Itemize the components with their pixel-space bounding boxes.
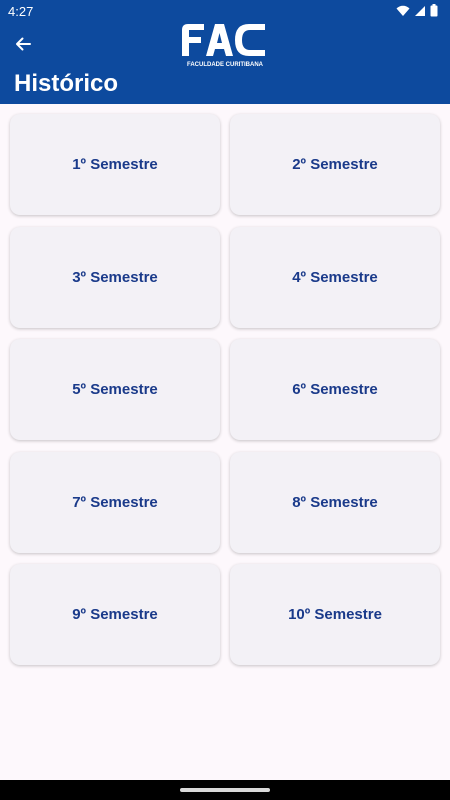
- semester-card-9[interactable]: 9º Semestre: [10, 564, 220, 665]
- semester-card-label: 4º Semestre: [292, 269, 378, 286]
- semester-card-7[interactable]: 7º Semestre: [10, 452, 220, 553]
- semester-card-4[interactable]: 4º Semestre: [230, 227, 440, 328]
- semester-card-5[interactable]: 5º Semestre: [10, 339, 220, 440]
- semester-card-label: 2º Semestre: [292, 156, 378, 173]
- semester-card-label: 10º Semestre: [288, 606, 382, 623]
- semester-card-10[interactable]: 10º Semestre: [230, 564, 440, 665]
- fac-logo: FACULDADE CURITIBANA: [180, 20, 270, 68]
- semester-card-label: 9º Semestre: [72, 606, 158, 623]
- semester-card-label: 3º Semestre: [72, 269, 158, 286]
- semester-card-label: 5º Semestre: [72, 381, 158, 398]
- semester-card-2[interactable]: 2º Semestre: [230, 114, 440, 215]
- semester-card-6[interactable]: 6º Semestre: [230, 339, 440, 440]
- page-title: Histórico: [14, 70, 119, 97]
- status-time: 4:27: [8, 4, 34, 19]
- semester-card-label: 8º Semestre: [292, 494, 378, 511]
- semester-card-1[interactable]: 1º Semestre: [10, 114, 220, 215]
- arrow-left-icon: [16, 37, 31, 51]
- home-indicator[interactable]: [180, 788, 270, 792]
- status-icons: [396, 4, 438, 17]
- battery-icon: [430, 4, 438, 17]
- app-header: 4:27 FACULDADE CURITIBANA Histórico: [0, 0, 450, 104]
- svg-text:FACULDADE CURITIBANA: FACULDADE CURITIBANA: [187, 62, 264, 68]
- semester-card-label: 1º Semestre: [72, 156, 158, 173]
- semester-card-3[interactable]: 3º Semestre: [10, 227, 220, 328]
- semester-card-label: 7º Semestre: [72, 494, 158, 511]
- fac-logo-mark: FACULDADE CURITIBANA: [182, 24, 265, 68]
- status-bar: 4:27: [0, 0, 450, 22]
- signal-icon: [415, 5, 425, 16]
- wifi-icon: [396, 5, 410, 16]
- semester-card-8[interactable]: 8º Semestre: [230, 452, 440, 553]
- semester-card-label: 6º Semestre: [292, 381, 378, 398]
- back-button[interactable]: [10, 32, 36, 56]
